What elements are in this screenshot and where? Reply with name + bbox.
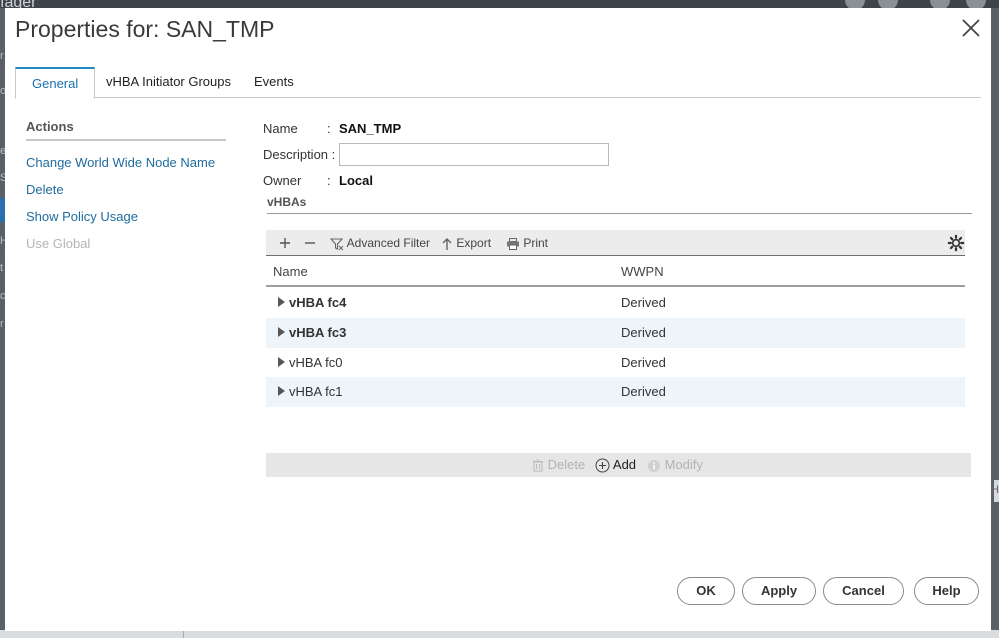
- export-label: Export: [456, 236, 492, 250]
- table-row[interactable]: vHBA fc1 Derived: [266, 377, 965, 407]
- remove-row-button[interactable]: [301, 234, 319, 257]
- apply-button[interactable]: Apply: [742, 577, 816, 605]
- owner-label: Owner: [263, 173, 302, 188]
- expand-arrow-icon[interactable]: [278, 386, 285, 396]
- name-colon: :: [327, 121, 331, 136]
- export-button[interactable]: Export: [441, 230, 491, 256]
- actions-divider: [26, 139, 226, 141]
- add-row-action[interactable]: Add: [595, 453, 636, 477]
- description-input[interactable]: [339, 143, 609, 166]
- use-global-link: Use Global: [26, 236, 91, 251]
- delete-link[interactable]: Delete: [26, 182, 64, 197]
- name-label: Name: [263, 121, 298, 136]
- vhbas-section-title: vHBAs: [267, 195, 307, 209]
- advanced-filter-label: Advanced Filter: [346, 236, 431, 250]
- table-row[interactable]: vHBA fc3 Derived: [266, 318, 965, 348]
- arrow-up-icon: [442, 237, 452, 250]
- row-name: vHBA fc1: [289, 384, 343, 399]
- background-text: r: [0, 50, 4, 62]
- gear-icon: [947, 234, 965, 252]
- row-wwpn: Derived: [621, 325, 666, 340]
- row-name: vHBA fc0: [289, 355, 343, 370]
- table-row[interactable]: vHBA fc0 Derived: [266, 348, 965, 378]
- change-wwnn-link[interactable]: Change World Wide Node Name: [26, 155, 215, 170]
- cancel-button[interactable]: Cancel: [823, 577, 904, 605]
- info-circle-icon: [648, 459, 660, 472]
- ok-button[interactable]: OK: [677, 577, 735, 605]
- tab-bar: General vHBA Initiator Groups Events: [15, 67, 981, 99]
- row-wwpn: Derived: [621, 384, 666, 399]
- tab-vhba-initiator-groups[interactable]: vHBA Initiator Groups: [90, 67, 247, 98]
- advanced-filter-button[interactable]: Advanced Filter: [329, 230, 431, 256]
- vhba-table-header: Name WWPN: [266, 258, 965, 287]
- close-icon: [962, 19, 980, 37]
- help-button[interactable]: Help: [914, 577, 979, 605]
- actions-title: Actions: [26, 119, 74, 134]
- expand-arrow-icon[interactable]: [278, 297, 285, 307]
- add-row-button[interactable]: [276, 234, 294, 257]
- plus-icon: [280, 238, 290, 248]
- delete-row-label: Delete: [547, 457, 586, 472]
- modify-row-label: Modify: [664, 457, 703, 472]
- show-policy-usage-link[interactable]: Show Policy Usage: [26, 209, 138, 224]
- delete-row-action: Delete: [532, 453, 585, 477]
- dialog-title: Properties for: SAN_TMP: [15, 16, 275, 42]
- row-wwpn: Derived: [621, 295, 666, 310]
- close-button[interactable]: [959, 16, 983, 40]
- expand-arrow-icon[interactable]: [278, 357, 285, 367]
- owner-value: Local: [339, 173, 373, 188]
- print-button[interactable]: Print: [506, 230, 548, 256]
- printer-icon: [507, 237, 519, 250]
- expand-arrow-icon[interactable]: [278, 327, 285, 337]
- tab-general[interactable]: General: [15, 67, 96, 99]
- tab-events[interactable]: Events: [238, 67, 310, 98]
- modify-row-action: Modify: [647, 453, 703, 477]
- table-row[interactable]: vHBA fc4 Derived: [266, 288, 965, 318]
- print-label: Print: [523, 236, 549, 250]
- trash-icon: [533, 459, 543, 472]
- background-text: t: [0, 262, 4, 274]
- row-wwpn: Derived: [621, 355, 666, 370]
- background-footer: [0, 630, 999, 638]
- properties-dialog: Properties for: SAN_TMP General vHBA Ini…: [5, 8, 991, 631]
- plus-circle-icon: [595, 458, 610, 473]
- name-value: SAN_TMP: [339, 121, 402, 136]
- filter-icon: [329, 238, 344, 251]
- row-name: vHBA fc3: [289, 325, 347, 340]
- add-row-label: Add: [612, 457, 637, 472]
- owner-colon: :: [327, 173, 331, 188]
- table-settings-button[interactable]: [947, 234, 965, 257]
- description-label: Description :: [263, 147, 336, 162]
- row-name: vHBA fc4: [289, 295, 347, 310]
- vhbas-section-divider: [267, 213, 972, 214]
- minus-icon: [305, 242, 315, 244]
- column-header-wwpn[interactable]: WWPN: [621, 264, 664, 279]
- background-text: H: [991, 484, 999, 496]
- table-action-bar: Delete Add Modify: [266, 453, 971, 477]
- vhba-toolbar: Advanced Filter Export Print: [266, 230, 965, 256]
- column-header-name[interactable]: Name: [273, 264, 308, 279]
- background-divider: [183, 630, 184, 638]
- background-text: r: [0, 318, 4, 330]
